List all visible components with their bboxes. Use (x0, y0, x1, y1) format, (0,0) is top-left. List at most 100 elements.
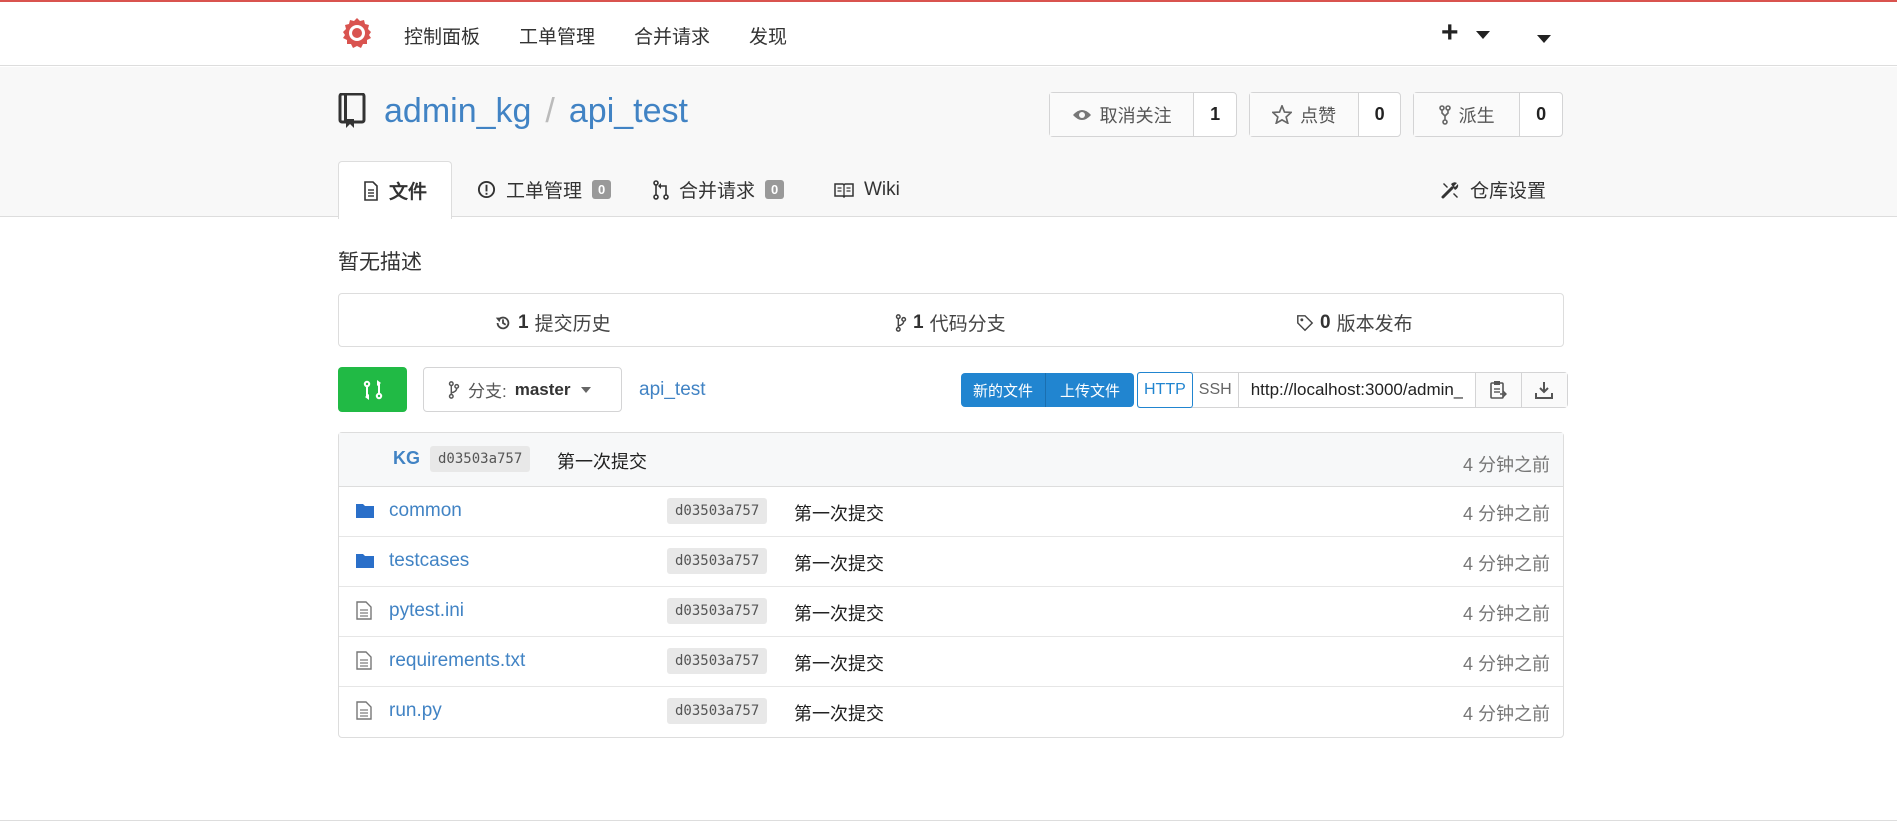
file-action-buttons: 新的文件 上传文件 (961, 373, 1135, 407)
commit-message: 第一次提交 (557, 452, 647, 472)
tab-wiki-label: Wiki (864, 178, 900, 200)
tab-settings-label: 仓库设置 (1470, 181, 1547, 202)
file-commit-message[interactable]: 第一次提交 (794, 600, 884, 626)
file-commit-time: 4 分钟之前 (1462, 704, 1550, 724)
branch-dropdown[interactable]: 分支: master (423, 367, 622, 412)
tab-pulls-label: 合并请求 (679, 181, 756, 202)
repo-stats-bar: 1 提交历史 1 代码分支 0 版本发布 (338, 293, 1564, 347)
file-commit-sha[interactable]: d03503a757 (667, 548, 768, 574)
file-name[interactable]: testcases (389, 550, 469, 572)
git-branch-icon (448, 380, 460, 399)
repo-title: admin_kg / api_test (384, 92, 688, 131)
top-navbar: 控制面板 工单管理 合并请求 发现 + (0, 2, 1897, 66)
pulls-count-badge: 0 (765, 180, 785, 199)
tab-wiki[interactable]: Wiki (834, 161, 900, 218)
plus-icon[interactable]: + (1441, 16, 1459, 50)
table-row[interactable]: testcases d03503a757 第一次提交 4 分钟之前 (339, 537, 1563, 587)
branches-label: 代码分支 (929, 314, 1006, 335)
branch-name: master (514, 379, 571, 399)
issues-count-badge: 0 (592, 180, 612, 199)
tools-icon (1441, 181, 1459, 198)
path-breadcrumb[interactable]: api_test (639, 379, 706, 401)
file-name[interactable]: run.py (389, 700, 442, 722)
issue-opened-icon (477, 180, 496, 199)
file-commit-sha[interactable]: d03503a757 (667, 498, 768, 524)
file-commit-message[interactable]: 第一次提交 (794, 700, 884, 726)
table-row[interactable]: requirements.txt d03503a757 第一次提交 4 分钟之前 (339, 637, 1563, 687)
tab-files[interactable]: 文件 (338, 161, 453, 219)
file-code-icon (364, 180, 378, 201)
file-text-icon (356, 701, 372, 720)
branches-count: 1 (913, 311, 924, 333)
commit-time: 4 分钟之前 (1462, 455, 1550, 475)
nav-dashboard[interactable]: 控制面板 (404, 22, 480, 49)
nav-pulls[interactable]: 合并请求 (634, 22, 710, 49)
ssh-clone-button[interactable]: SSH (1193, 373, 1239, 407)
eye-icon (1072, 109, 1091, 120)
file-commit-message[interactable]: 第一次提交 (794, 650, 884, 676)
fork-button[interactable]: 派生 (1414, 93, 1521, 136)
star-count[interactable]: 0 (1359, 93, 1400, 136)
http-clone-button[interactable]: HTTP (1137, 372, 1193, 408)
star-button-group: 点赞 0 (1249, 92, 1401, 137)
releases-count: 0 (1320, 311, 1331, 333)
file-name[interactable]: pytest.ini (389, 600, 464, 622)
footer-divider (0, 820, 1897, 821)
file-commit-time: 4 分钟之前 (1462, 604, 1550, 624)
latest-commit-row: KG d03503a757 第一次提交 4 分钟之前 (339, 433, 1563, 487)
compare-arrows-icon (363, 379, 382, 400)
file-name[interactable]: requirements.txt (389, 650, 525, 672)
commit-sha[interactable]: d03503a757 (430, 446, 531, 472)
clone-url-input[interactable] (1238, 373, 1475, 407)
folder-icon (356, 504, 374, 518)
tab-pull-requests[interactable]: 合并请求 0 (653, 161, 785, 218)
repo-name-link[interactable]: api_test (569, 92, 688, 130)
star-button[interactable]: 点赞 (1250, 93, 1360, 136)
repo-book-icon (338, 93, 366, 128)
file-name[interactable]: common (389, 500, 462, 522)
file-commit-sha[interactable]: d03503a757 (667, 598, 768, 624)
star-icon (1272, 105, 1293, 124)
fork-button-group: 派生 0 (1413, 92, 1563, 137)
fork-count[interactable]: 0 (1520, 93, 1562, 136)
file-commit-sha[interactable]: d03503a757 (667, 648, 768, 674)
download-archive-button[interactable] (1520, 373, 1567, 407)
clone-panel: HTTP SSH (1137, 372, 1568, 408)
user-menu-caret-icon[interactable] (1537, 35, 1551, 43)
commit-author[interactable]: KG (393, 448, 420, 469)
upload-file-button[interactable]: 上传文件 (1045, 373, 1135, 407)
commits-stat[interactable]: 1 提交历史 (494, 309, 611, 336)
unwatch-button-group: 取消关注 1 (1049, 92, 1237, 137)
commits-count: 1 (518, 311, 529, 333)
create-dropdown-caret-icon[interactable] (1476, 31, 1490, 39)
file-commit-time: 4 分钟之前 (1462, 504, 1550, 524)
tab-issues[interactable]: 工单管理 0 (477, 161, 612, 218)
file-text-icon (356, 651, 372, 670)
file-text-icon (356, 601, 372, 620)
clipboard-icon (1490, 381, 1508, 399)
repo-owner-link[interactable]: admin_kg (384, 92, 531, 130)
gitea-logo-icon[interactable] (339, 16, 375, 52)
table-row[interactable]: pytest.ini d03503a757 第一次提交 4 分钟之前 (339, 587, 1563, 637)
tab-settings[interactable]: 仓库设置 (1440, 161, 1546, 218)
tab-files-label: 文件 (389, 182, 428, 203)
unwatch-button[interactable]: 取消关注 (1050, 93, 1195, 136)
file-commit-sha[interactable]: d03503a757 (667, 698, 768, 724)
compare-button[interactable] (338, 367, 407, 412)
download-icon (1535, 382, 1554, 399)
copy-url-button[interactable] (1474, 373, 1521, 407)
git-pull-request-icon (653, 179, 669, 200)
releases-label: 版本发布 (1336, 314, 1413, 335)
nav-issues[interactable]: 工单管理 (519, 22, 595, 49)
table-row[interactable]: run.py d03503a757 第一次提交 4 分钟之前 (339, 687, 1563, 737)
branches-stat[interactable]: 1 代码分支 (895, 309, 1006, 336)
new-file-button[interactable]: 新的文件 (961, 373, 1046, 407)
table-row[interactable]: common d03503a757 第一次提交 4 分钟之前 (339, 487, 1563, 537)
file-commit-message[interactable]: 第一次提交 (794, 550, 884, 576)
releases-stat[interactable]: 0 版本发布 (1296, 309, 1413, 336)
file-commit-message[interactable]: 第一次提交 (794, 500, 884, 526)
git-branch-icon (895, 313, 907, 332)
watch-count[interactable]: 1 (1194, 93, 1236, 136)
nav-explore[interactable]: 发现 (749, 22, 787, 49)
branch-prefix: 分支: (468, 382, 507, 401)
